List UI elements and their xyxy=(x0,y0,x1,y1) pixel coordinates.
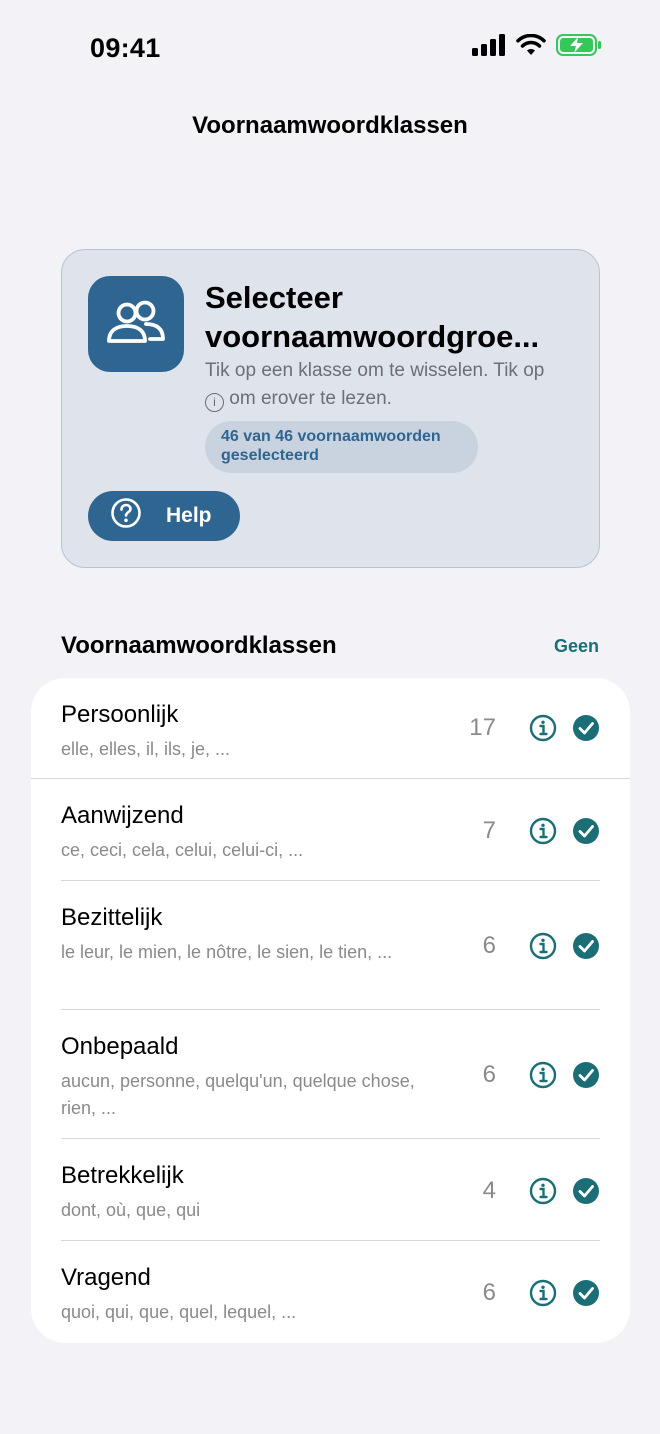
info-circle-icon[interactable] xyxy=(529,714,557,742)
checkmark-circle-icon[interactable] xyxy=(572,1177,600,1205)
status-bar: 09:41 xyxy=(0,0,660,96)
card-description: Tik op een klasse om te wisselen. Tik op… xyxy=(205,357,565,413)
selected-count-badge: 46 van 46 voornaamwoorden geselecteerd xyxy=(205,421,478,473)
status-time: 09:41 xyxy=(90,33,161,63)
class-examples: dont, où, que, qui xyxy=(61,1200,201,1220)
info-circle-icon[interactable] xyxy=(529,817,557,845)
wifi-icon xyxy=(516,34,546,56)
info-circle-icon[interactable] xyxy=(529,932,557,960)
checkmark-circle-icon[interactable] xyxy=(572,1279,600,1307)
card-title: Selecteer voornaamwoordgroe... xyxy=(205,280,540,354)
class-examples: quoi, qui, que, quel, lequel, ... xyxy=(61,1302,297,1322)
class-examples: elle, elles, il, ils, je, ... xyxy=(61,739,231,759)
help-label: Help xyxy=(166,504,212,527)
class-examples: aucun, personne, quelqu'un, quelque chos… xyxy=(61,1071,415,1118)
cellular-signal-icon xyxy=(472,34,506,56)
class-name: Onbepaald xyxy=(61,1033,179,1060)
list-item[interactable]: Aanwijzend ce, ceci, cela, celui, celui-… xyxy=(31,779,630,881)
info-circle-icon[interactable] xyxy=(529,1279,557,1307)
help-button[interactable]: Help xyxy=(88,491,240,541)
class-count: 4 xyxy=(482,1177,496,1204)
question-circle-icon xyxy=(110,497,142,535)
class-name: Aanwijzend xyxy=(61,802,184,829)
class-count: 6 xyxy=(482,932,496,959)
info-inline-icon: i xyxy=(205,393,224,412)
battery-charging-icon xyxy=(556,34,602,56)
status-icons xyxy=(472,34,602,56)
list-item[interactable]: Bezittelijk le leur, le mien, le nôtre, … xyxy=(31,881,630,1010)
class-count: 17 xyxy=(469,714,496,741)
description-text-start: Tik op een klasse om te wisselen. Tik op xyxy=(205,360,545,381)
list-item[interactable]: Onbepaald aucun, personne, quelqu'un, qu… xyxy=(31,1010,630,1139)
class-examples: le leur, le mien, le nôtre, le sien, le … xyxy=(61,942,393,962)
checkmark-circle-icon[interactable] xyxy=(572,714,600,742)
section-title: Voornaamwoordklassen xyxy=(61,632,337,659)
people-icon xyxy=(88,276,184,372)
description-text-end: om erover te lezen. xyxy=(224,388,392,409)
class-name: Vragend xyxy=(61,1264,151,1291)
class-name: Persoonlijk xyxy=(61,701,179,728)
list-item[interactable]: Vragend quoi, qui, que, quel, lequel, ..… xyxy=(31,1241,630,1343)
select-none-button[interactable]: Geen xyxy=(554,636,599,657)
page-title: Voornaamwoordklassen xyxy=(192,112,468,139)
class-count: 7 xyxy=(482,817,496,844)
selection-header-card: Selecteer voornaamwoordgroe... Tik op ee… xyxy=(61,249,600,568)
class-count: 6 xyxy=(482,1061,496,1088)
list-item[interactable]: Betrekkelijk dont, où, que, qui 4 xyxy=(31,1139,630,1241)
class-name: Betrekkelijk xyxy=(61,1162,184,1189)
checkmark-circle-icon[interactable] xyxy=(572,1061,600,1089)
class-name: Bezittelijk xyxy=(61,904,163,931)
class-count: 6 xyxy=(482,1279,496,1306)
checkmark-circle-icon[interactable] xyxy=(572,932,600,960)
class-examples: ce, ceci, cela, celui, celui-ci, ... xyxy=(61,840,304,860)
list-item[interactable]: Persoonlijk elle, elles, il, ils, je, ..… xyxy=(31,678,630,779)
pronoun-class-list: Persoonlijk elle, elles, il, ils, je, ..… xyxy=(31,678,630,1343)
checkmark-circle-icon[interactable] xyxy=(572,817,600,845)
info-circle-icon[interactable] xyxy=(529,1061,557,1089)
info-circle-icon[interactable] xyxy=(529,1177,557,1205)
